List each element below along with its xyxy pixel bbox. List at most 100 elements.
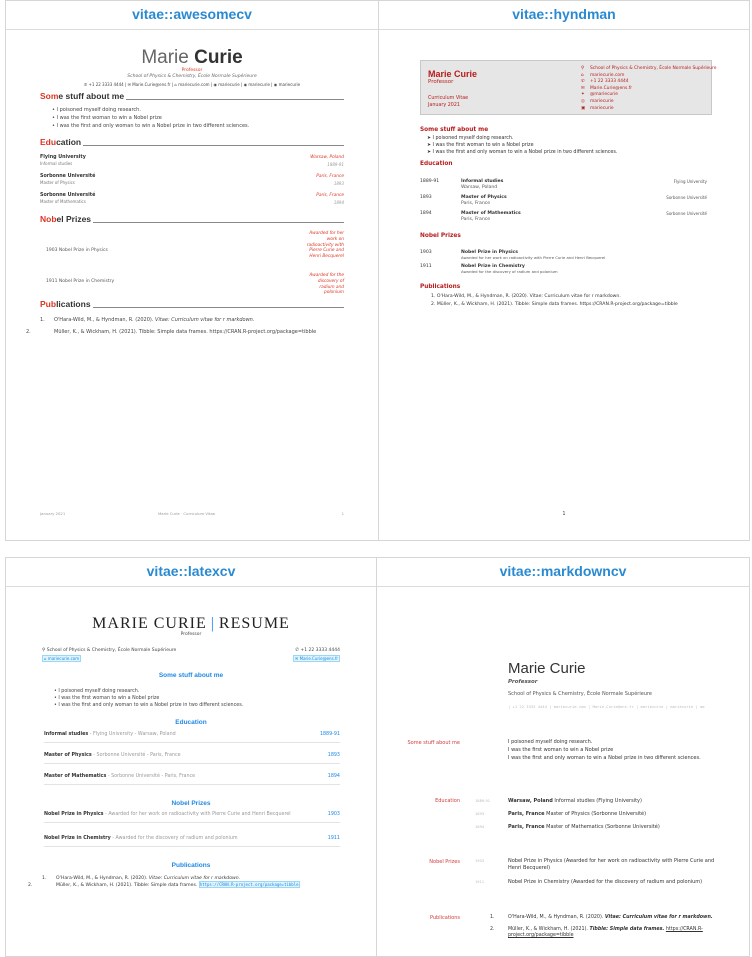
prize-entry: Nobel Prize in Chemistry - Awarded for t… [44, 836, 340, 848]
cv-phone: ✆ +1 22 3333 4444 [295, 648, 340, 653]
about-item: ➤ I was the first woman to win a Nobel p… [427, 143, 534, 148]
education-year: 1889-91 [475, 799, 491, 803]
cv-page-latexcv: MARIE CURIE | RESUME Professor ⚲ School of… [6, 588, 376, 956]
panel-latexcv: vitae::latexcv MARIE CURIE | RESUME Profes… [5, 557, 377, 957]
prize-year: 1903 [475, 859, 485, 863]
contact-item: ▣ mariecurie [581, 105, 614, 111]
prize-description: Awarded for the discovery of radium and … [309, 273, 344, 296]
section-heading-prizes: Nobel Prizes [420, 233, 461, 239]
cv-name: Marie Curie [141, 47, 243, 68]
about-item: • I poisoned myself doing research. [52, 107, 141, 113]
about-item: • I was the first woman to win a Nobel p… [52, 115, 162, 121]
section-heading-prizes: Nobel Prizes [40, 214, 344, 225]
contact-list: ⚲ School of Physics & Chemistry, École No… [581, 66, 716, 112]
cv-position: Professor [428, 79, 454, 85]
about-item: I was the first and only woman to win a … [508, 755, 701, 761]
education-entry: Master of Physics - Sorbonne Université … [44, 753, 340, 765]
section-heading-about: Some stuff about me [158, 672, 224, 679]
panel-markdowncv: vitae::markdowncv Marie Curie Professor … [376, 557, 750, 957]
about-item: ➤ I was the first and only woman to win … [427, 150, 618, 155]
education-year: 1893 [475, 812, 485, 816]
footer-date: January 2021 [40, 511, 66, 516]
prize-year: 1911 [475, 880, 485, 884]
education-entry: Warsaw, Poland Informal studies (Flying … [508, 798, 642, 804]
cv-page-awesomecv: Marie Curie Professor School of Physics … [6, 31, 378, 540]
section-heading-publications: Publications [171, 862, 211, 869]
education-entry: Informal studies - Flying University - W… [44, 732, 340, 744]
website-link[interactable]: ⌂ mariecurie.com [42, 655, 82, 663]
about-item: • I was the first and only woman to win … [54, 703, 244, 708]
education-entry: Flying University Informal studies Warsaw,… [40, 155, 344, 167]
panel-awesomecv: vitae::awesomecv Marie Curie Professor S… [5, 0, 379, 541]
section-heading-education: Education [175, 719, 207, 726]
cv-page-hyndman: Marie Curie Professor Curriculum Vitae J… [379, 31, 749, 540]
prize-entry: 1911 Nobel Prize in Chemistry [46, 279, 115, 284]
panel-title-latexcv: vitae::latexcv [6, 558, 376, 587]
about-item: • I poisoned myself doing research. [54, 689, 140, 694]
section-heading-about: Some stuff about me [407, 740, 461, 746]
education-entry: Paris, France Master of Mathematics (Sor… [508, 824, 660, 830]
cv-position: Professor [508, 679, 538, 685]
email-link[interactable]: ✉ Marie.Curie@ens.fr [293, 655, 340, 663]
prize-entry: 1903 Nobel Prize in Physics [46, 248, 108, 253]
contact-item: ✆ +1 22 3333 4444 [581, 79, 629, 85]
publication-entry: 1. O'Hara-Wild, M., & Hyndman, R. (2020).… [40, 317, 255, 323]
about-item: • I was the first and only woman to win … [52, 123, 250, 129]
education-year: 1894 [475, 825, 485, 829]
about-item: ➤ I poisoned myself doing research. [427, 136, 514, 141]
publication-entry: 1. O'Hara-Wild, M., & Hyndman, R. (2020).… [490, 915, 713, 920]
section-heading-publications: Publications [40, 299, 344, 310]
prize-entry: Nobel Prize in Physics - Awarded for her… [44, 812, 340, 824]
panel-title-hyndman: vitae::hyndman [379, 1, 749, 30]
cv-contact-line: ✆ +1 22 3333 4444 | ✉ Marie.Curie@ens.fr… [83, 82, 301, 87]
phone-icon: ✆ [581, 79, 585, 85]
education-entry: Sorbonne Université Master of Physics Pari… [40, 174, 344, 186]
cv-contact-line: | +1 22 3333 4444 | mariecurie.com | Mar… [508, 704, 705, 709]
publication-entry: 2. Müller, K., & Wickham, H. (2021). Tibb… [490, 927, 703, 939]
education-entry: Sorbonne Université Master of Mathematics… [40, 193, 344, 205]
education-entry: Paris, France Master of Physics (Sorbonn… [508, 811, 647, 817]
cv-address: School of Physics & Chemistry, École Nor… [127, 74, 257, 79]
cv-address: ⚲ School of Physics & Chemistry, École N… [42, 648, 177, 653]
cv-position: Professor [180, 632, 202, 637]
twitter-icon: ✦ [581, 92, 585, 98]
panel-hyndman: vitae::hyndman Marie Curie Professor Cur… [378, 0, 750, 541]
linkedin-icon: ▣ [581, 105, 586, 111]
header-box: Marie Curie Professor Curriculum Vitae J… [420, 60, 716, 115]
page-number: 1 [562, 511, 566, 517]
location-icon: ⚲ [581, 66, 585, 71]
publication-entry: 2. Müller, K., & Wickham, H. (2021). Tibb… [28, 881, 300, 888]
publication-entry: 1. O'Hara-Wild, M., & Hyndman, R. (2020)… [431, 294, 621, 299]
cv-page-markdowncv: Marie Curie Professor School of Physics … [377, 588, 749, 956]
section-heading-prizes: Nobel Prizes [171, 800, 211, 807]
prize-entry: Nobel Prize in Physics (Awarded for her … [508, 858, 715, 871]
prize-entry: Nobel Prize in Chemistry (Awarded for th… [508, 879, 703, 885]
section-heading-education: Education [420, 161, 453, 167]
cv-label: Curriculum Vitae [428, 96, 469, 101]
section-heading-about: Some stuff about me [420, 127, 489, 133]
section-heading-publications: Publications [429, 915, 460, 921]
section-heading-about: Some stuff about me [40, 91, 344, 102]
contact-item: ⚲ School of Physics & Chemistry, École No… [581, 66, 717, 71]
about-item: I poisoned myself doing research. [508, 739, 593, 745]
section-heading-prizes: Nobel Prizes [429, 859, 460, 865]
footer-page: 1 [341, 511, 344, 516]
cv-date: January 2021 [428, 103, 460, 108]
github-icon: ◎ [581, 99, 585, 105]
about-item: • I was the first woman to win a Nobel p… [54, 696, 160, 701]
contact-item: ◎ mariecurie [581, 99, 614, 105]
publication-entry: 2. Müller, K., & Wickham, H. (2021). Tib… [431, 302, 678, 307]
template-gallery: vitae::awesomecv Marie Curie Professor S… [5, 0, 750, 957]
footer-name: Marie Curie · Curriculum Vitae [158, 511, 216, 516]
education-entry: Master of Mathematics - Sorbonne Univers… [44, 774, 340, 786]
section-heading-publications: Publications [420, 284, 461, 290]
panel-title-awesomecv: vitae::awesomecv [6, 1, 378, 30]
about-item: I was the first woman to win a Nobel pri… [508, 747, 614, 753]
publication-entry: 2. Müller, K., & Wickham, H. (2021). Tibb… [26, 329, 317, 335]
section-heading-education: Education [40, 137, 344, 148]
section-heading-education: Education [435, 798, 460, 804]
publication-url[interactable]: https://CRAN.R-project.org/package=tibbl… [198, 881, 300, 888]
cv-address: School of Physics & Chemistry, École Nor… [508, 691, 653, 697]
prize-description: Awarded for her work on radioactivity wi… [306, 231, 344, 260]
panel-title-markdowncv: vitae::markdowncv [377, 558, 749, 587]
